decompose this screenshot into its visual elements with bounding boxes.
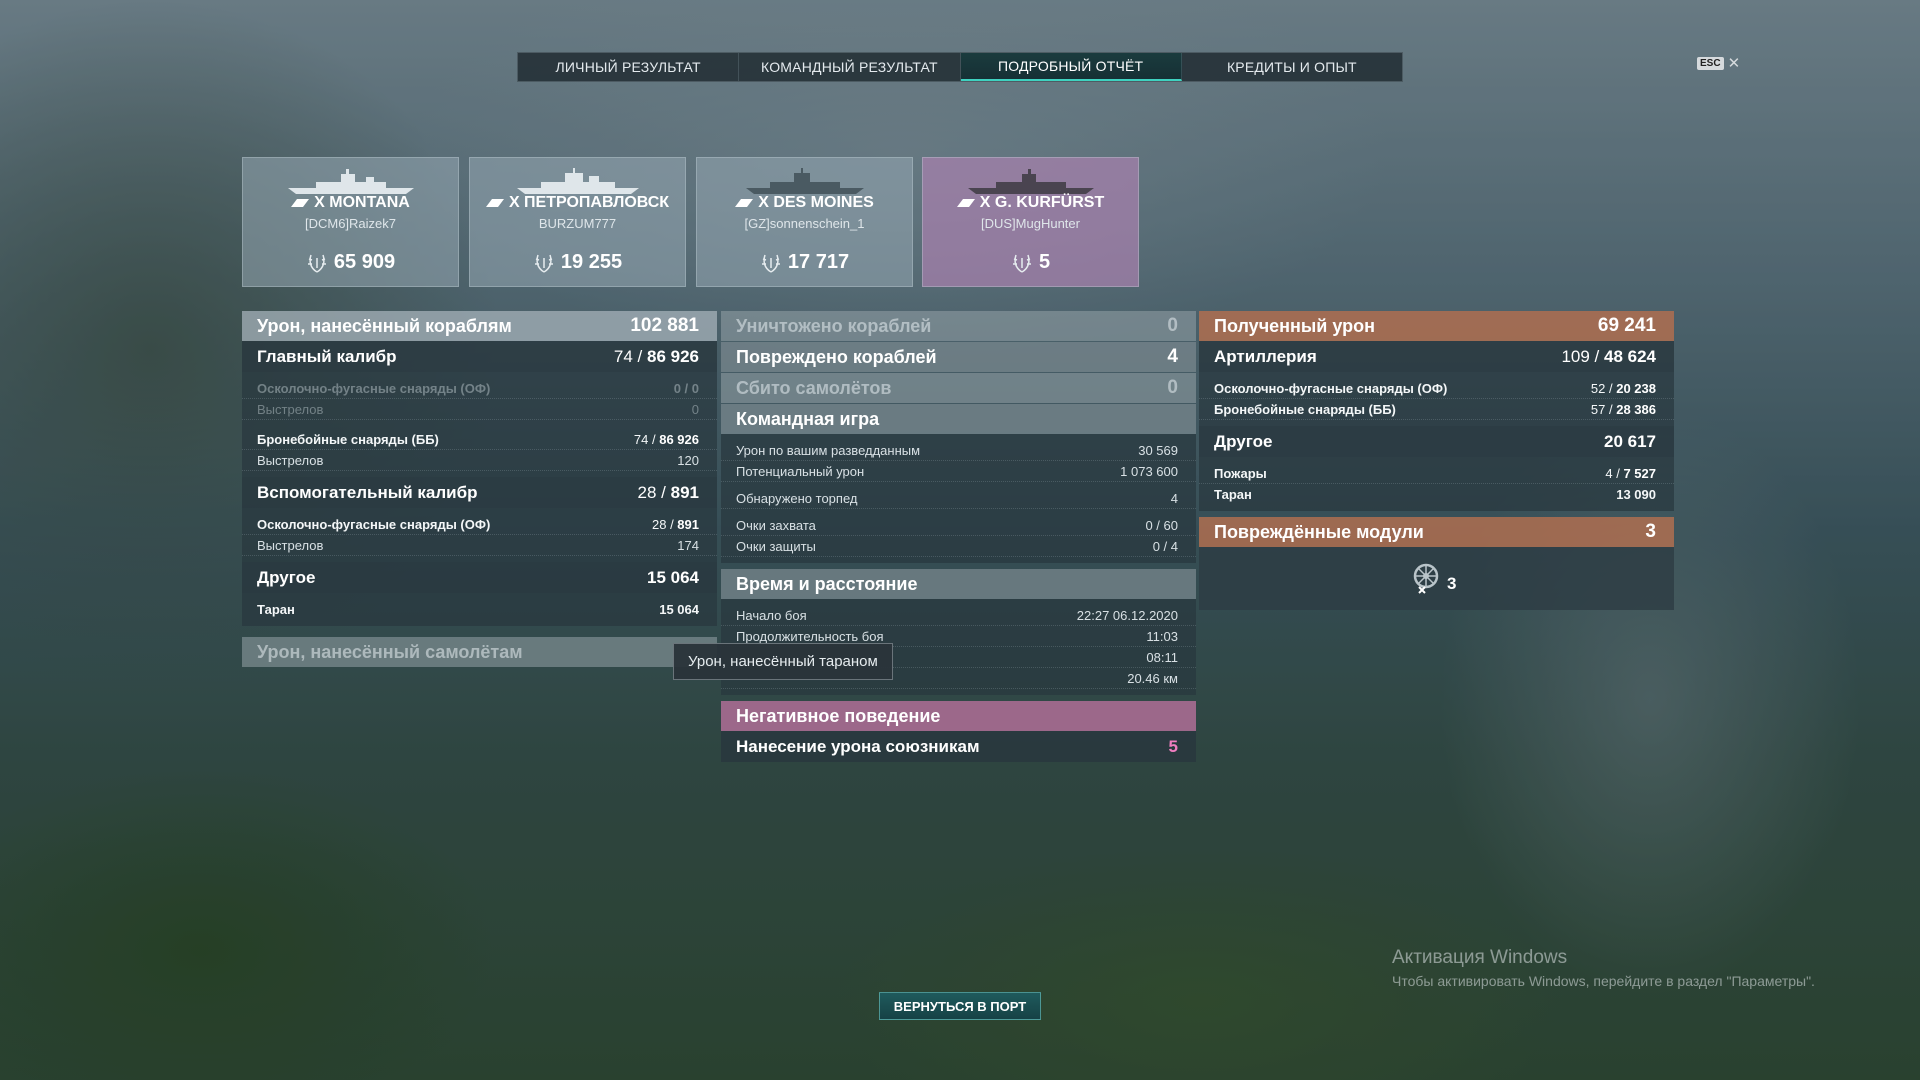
artillery-row: Артиллерия 109 / 48 624 [1199,341,1674,372]
ship-card-4[interactable]: X G. KURFÜRST [DUS]MugHunter 5 [922,157,1139,287]
player-name: BURZUM777 [538,216,617,231]
main-battery-row: Главный калибр 74 / 86 926 [242,341,717,372]
damage-received-header: Полученный урон 69 241 [1199,311,1674,341]
player-name: [GZ]sonnenschein_1 [744,216,865,231]
ship-name: X DES MOINES [697,194,912,212]
team-damage-row: Нанесение урона союзникам 5 [721,731,1196,762]
cruiser-icon [745,168,864,194]
laurel-icon [534,254,553,273]
laurel-icon [1012,254,1031,273]
return-to-port-button[interactable]: ВЕРНУТЬСЯ В ПОРТ [879,992,1041,1020]
received-other-row: Другое 20 617 [1199,426,1674,457]
ship-score: 5 [923,251,1138,274]
defense-points-row: Очки защиты 0 / 4 [721,536,1196,557]
capture-points-row: Очки захвата 0 / 60 [721,515,1196,536]
received-ram-row: Таран 13 090 [1214,487,1656,502]
watermark-title: Активация Windows [1392,947,1568,968]
module-count: 3 [1447,574,1457,593]
battleship-icon [287,169,414,194]
damage-dealt-panel: Урон, нанесённый кораблям 102 881 Главный… [242,311,717,667]
ap-shots-row: Выстрелов 120 [242,450,717,471]
ship-name: X G. KURFÜRST [923,194,1138,212]
ship-card-2[interactable]: X ПЕТРОПАВЛОВСК BURZUM777 19 255 [469,157,686,287]
close-icon[interactable]: ✕ [1728,54,1741,72]
ships-damaged-header: Повреждено кораблей 4 [721,342,1196,372]
secondary-he-row: Осколочно-фугасные снаряды (ОФ) 28 / 891 [242,514,717,535]
cruiser-icon [516,168,639,194]
ship-score: 19 255 [470,251,685,274]
ship-class-icon [956,198,975,207]
ship-card-1[interactable]: X MONTANA [DCM6]Raizek7 65 909 [242,157,459,287]
secondary-battery-details: Осколочно-фугасные снаряды (ОФ) 28 / 891 … [242,508,717,562]
tab-credits-xp[interactable]: КРЕДИТЫ И ОПЫТ [1182,53,1402,81]
battle-start-row: Начало боя 22:27 06.12.2020 [721,605,1196,626]
tab-detailed[interactable]: ПОДРОБНЫЙ ОТЧЁТ [960,53,1182,81]
battleship-icon [967,169,1094,194]
esc-key-icon: ESC [1697,56,1724,70]
received-other-details: Пожары 4 / 7 527 Таран 13 090 [1199,457,1674,511]
ships-destroyed-header: Уничтожено кораблей 0 [721,311,1196,341]
ship-score: 65 909 [243,251,458,274]
watermark-text: Чтобы активировать Windows, перейдите в … [1392,973,1815,989]
laurel-icon [307,254,326,273]
ship-class-icon [485,198,504,207]
ship-score: 17 717 [697,251,912,274]
negative-behavior-header: Негативное поведение [721,701,1196,731]
team-play-details: Урон по вашим разведданным 30 569 Потенци… [721,434,1196,563]
player-name: [DCM6]Raizek7 [304,216,397,231]
steering-gear-icon[interactable] [1409,561,1443,595]
time-distance-header: Время и расстояние [721,569,1196,599]
he-shots-row: Выстрелов 0 [242,399,717,420]
damaged-modules-details: 3 [1199,547,1674,610]
tab-team[interactable]: КОМАНДНЫЙ РЕЗУЛЬТАТ [739,53,961,81]
ram-row[interactable]: Таран 15 064 [242,599,717,620]
laurel-icon [761,254,780,273]
player-name: [DUS]MugHunter [981,216,1080,231]
ap-shells-row: Бронебойные снаряды (ББ) 74 / 86 926 [242,429,717,450]
ship-class-icon [735,198,754,207]
planes-shot-header: Сбито самолётов 0 [721,373,1196,403]
fires-row: Пожары 4 / 7 527 [1199,463,1674,484]
ship-name: X MONTANA [243,194,458,212]
other-damage-details: Таран 15 064 [242,593,717,626]
damage-received-panel: Полученный урон 69 241 Артиллерия 109 / 4… [1199,311,1674,610]
he-shells-row: Осколочно-фугасные снаряды (ОФ) 0 / 0 [242,378,717,399]
ship-name: X ПЕТРОПАВЛОВСК [470,194,685,212]
potential-damage-row: Потенциальный урон 1 073 600 [721,461,1196,482]
secondary-shots-row: Выстрелов 174 [242,535,717,556]
damaged-modules-header: Повреждённые модули 3 [1199,517,1674,547]
team-play-header: Командная игра [721,404,1196,434]
spotting-damage-row: Урон по вашим разведданным 30 569 [721,440,1196,461]
windows-activation-watermark: Активация Windows Чтобы активировать Win… [1392,947,1815,989]
secondary-battery-row: Вспомогательный калибр 28 / 891 [242,477,717,508]
close-control[interactable]: ESC ✕ [1697,54,1740,72]
battle-stats-panel: Уничтожено кораблей 0 Повреждено кораблей… [721,311,1196,762]
received-he-row: Осколочно-фугасные снаряды (ОФ) 52 / 20 2… [1199,378,1674,399]
torpedoes-spotted-row: Обнаружено торпед 4 [721,488,1196,509]
tab-personal[interactable]: ЛИЧНЫЙ РЕЗУЛЬТАТ [518,53,740,81]
other-damage-row: Другое 15 064 [242,562,717,593]
damage-dealt-header: Урон, нанесённый кораблям 102 881 [242,311,717,341]
ship-card-3[interactable]: X DES MOINES [GZ]sonnenschein_1 17 717 [696,157,913,287]
artillery-details: Осколочно-фугасные снаряды (ОФ) 52 / 20 2… [1199,372,1674,426]
ship-class-icon [291,198,310,207]
ram-tooltip: Урон, нанесённый тараном [673,643,893,680]
main-battery-details: Осколочно-фугасные снаряды (ОФ) 0 / 0 Выс… [242,372,717,477]
report-tabs: ЛИЧНЫЙ РЕЗУЛЬТАТ КОМАНДНЫЙ РЕЗУЛЬТАТ ПОД… [517,52,1403,82]
received-ap-row: Бронебойные снаряды (ББ) 57 / 28 386 [1199,399,1674,420]
plane-damage-header: Урон, нанесённый самолётам [242,637,717,667]
